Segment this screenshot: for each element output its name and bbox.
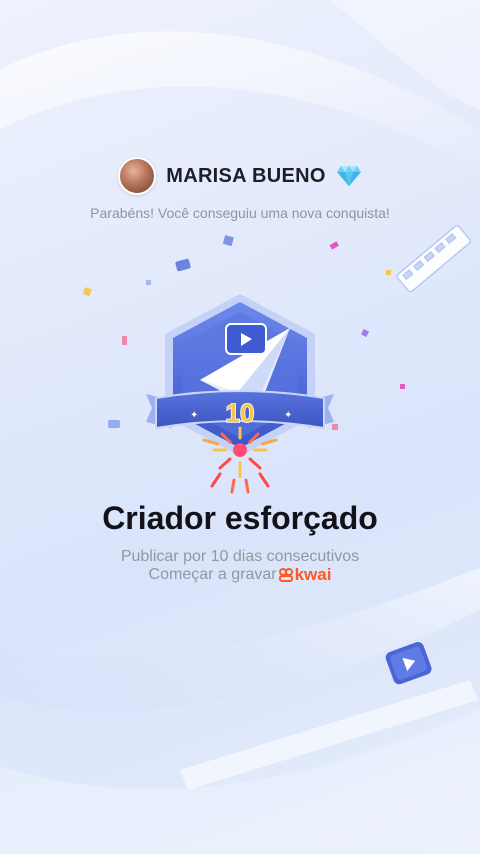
username: MARISA BUENO [166, 164, 326, 187]
diamond-icon [336, 166, 361, 186]
start-recording-label: Começar a gravar [148, 566, 277, 583]
start-recording-link[interactable]: Começar a gravar kwai [0, 565, 480, 585]
kwai-wordmark: kwai [294, 565, 332, 584]
achievement-title: Criador esforçado [102, 500, 378, 536]
achievement-badge: ✦ ✦ 10 [146, 294, 334, 494]
achievement-description: Publicar por 10 dias consecutivos [120, 548, 360, 565]
kwai-icon [278, 568, 293, 582]
kwai-logo: kwai [278, 565, 332, 585]
avatar[interactable] [118, 157, 157, 195]
svg-text:✦: ✦ [284, 410, 292, 421]
congrats-message: Parabéns! Você conseguiu uma nova conqui… [90, 205, 390, 221]
user-header: MARISA BUENO [0, 156, 480, 196]
badge-number: 10 [226, 398, 255, 428]
svg-text:✦: ✦ [190, 410, 198, 421]
